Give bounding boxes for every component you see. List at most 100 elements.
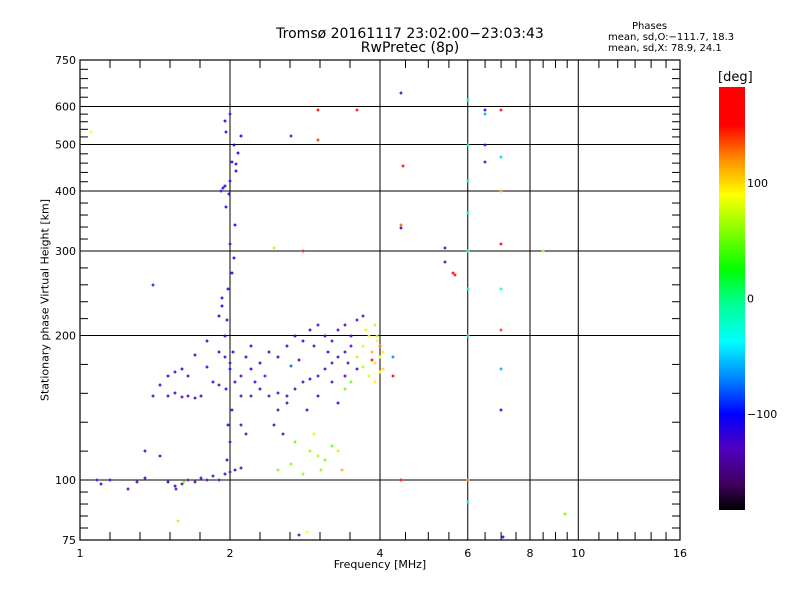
data-point — [126, 487, 130, 491]
data-point — [308, 449, 312, 453]
data-point — [173, 370, 177, 374]
data-point — [217, 350, 221, 354]
data-point — [364, 328, 368, 332]
data-point — [336, 449, 340, 453]
data-point — [316, 394, 320, 398]
data-point — [378, 370, 382, 374]
data-point — [355, 318, 359, 322]
data-point — [176, 519, 180, 523]
data-point — [180, 395, 184, 399]
data-point — [223, 334, 227, 338]
data-point — [466, 249, 470, 253]
data-point — [330, 380, 334, 384]
data-point — [305, 530, 309, 534]
tick-labels: 1 2 4 6 8 10 1675100200300400500600750 — [55, 54, 687, 560]
data-point — [297, 358, 301, 362]
data-point — [346, 361, 350, 365]
data-point — [373, 323, 377, 327]
colorbar-unit-label: [deg] — [718, 70, 753, 85]
data-point — [499, 155, 503, 159]
data-point — [563, 512, 567, 516]
data-point — [249, 344, 253, 348]
data-point — [230, 271, 234, 275]
data-point — [466, 478, 470, 482]
data-point — [343, 323, 347, 327]
data-point — [225, 318, 229, 322]
data-point — [267, 394, 271, 398]
data-point — [466, 143, 470, 147]
data-point — [443, 246, 447, 250]
data-point — [319, 468, 323, 472]
data-point — [232, 143, 236, 147]
data-point — [226, 287, 230, 291]
data-point — [276, 355, 280, 359]
colorbar-tick-label: 0 — [747, 293, 754, 306]
data-point — [297, 533, 301, 537]
data-point — [223, 119, 227, 123]
data-point — [499, 328, 503, 332]
data-point — [211, 474, 215, 478]
data-point — [228, 367, 232, 371]
data-point — [336, 328, 340, 332]
data-point — [231, 350, 235, 354]
data-point — [186, 374, 190, 378]
data-point — [355, 355, 359, 359]
data-point — [281, 432, 285, 436]
data-point — [205, 365, 209, 369]
data-point — [312, 344, 316, 348]
data-point — [236, 151, 240, 155]
data-point — [381, 367, 385, 371]
data-point — [239, 134, 243, 138]
data-point — [466, 500, 470, 504]
data-point — [135, 480, 139, 484]
data-point — [233, 468, 237, 472]
data-point — [205, 478, 209, 482]
data-point — [323, 334, 327, 338]
data-point — [263, 374, 267, 378]
data-point — [499, 287, 503, 291]
data-point — [391, 355, 395, 359]
data-point — [219, 189, 223, 193]
data-point — [108, 478, 112, 482]
data-point — [378, 344, 382, 348]
y-tick-label: 75 — [62, 534, 76, 547]
x-tick-label: 6 — [464, 547, 471, 560]
data-point — [308, 328, 312, 332]
data-point — [228, 242, 232, 246]
data-point — [228, 361, 232, 365]
data-point — [143, 476, 147, 480]
data-point — [316, 454, 320, 458]
data-point — [244, 355, 248, 359]
data-point — [326, 350, 330, 354]
data-point — [166, 480, 170, 484]
y-tick-label: 500 — [55, 139, 76, 152]
data-point — [293, 334, 297, 338]
data-point — [399, 223, 403, 227]
data-point — [173, 484, 177, 488]
data-point — [217, 478, 221, 482]
data-point — [316, 374, 320, 378]
data-point — [272, 423, 276, 427]
data-point — [399, 478, 403, 482]
data-point — [232, 256, 236, 260]
data-point — [180, 482, 184, 486]
x-tick-label: 8 — [527, 547, 534, 560]
data-point — [186, 478, 190, 482]
data-point — [453, 273, 457, 277]
data-point — [249, 367, 253, 371]
data-point — [267, 350, 271, 354]
data-point — [343, 350, 347, 354]
data-point — [499, 408, 503, 412]
data-point — [483, 108, 487, 112]
data-point — [367, 374, 371, 378]
data-point — [217, 314, 221, 318]
data-point — [381, 350, 385, 354]
data-point — [373, 380, 377, 384]
data-point — [323, 367, 327, 371]
data-point — [199, 476, 203, 480]
data-point — [343, 387, 347, 391]
data-point — [234, 169, 238, 173]
data-point — [182, 480, 186, 484]
data-point — [499, 242, 503, 246]
data-point — [451, 271, 455, 275]
